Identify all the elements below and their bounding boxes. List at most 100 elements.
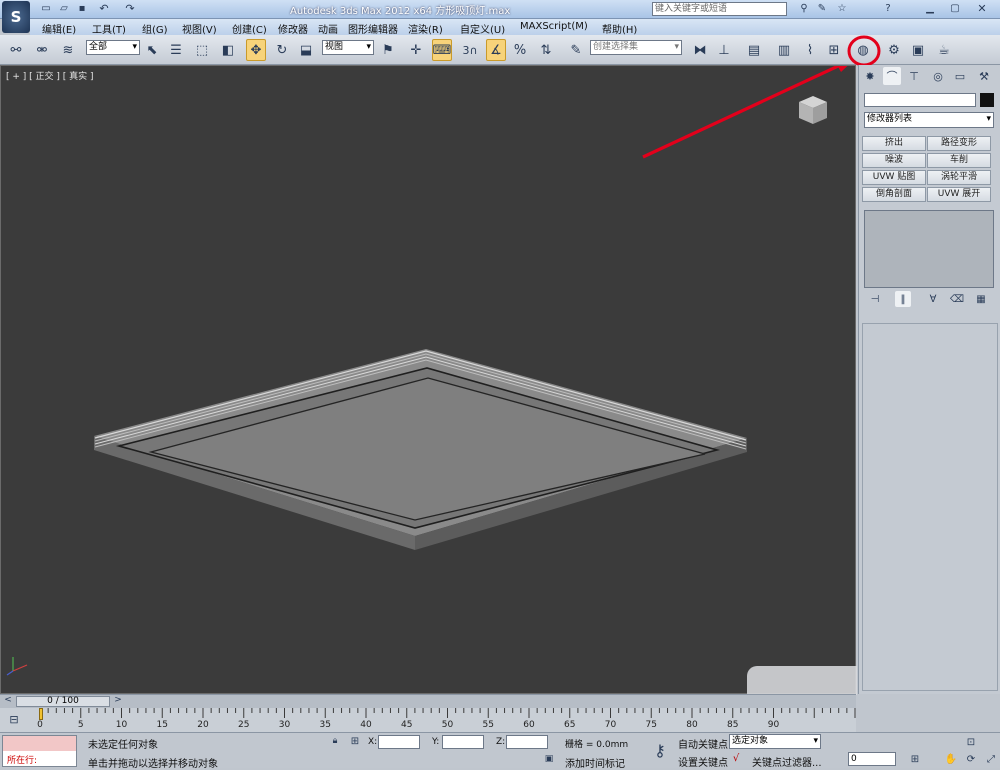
bind-space-warp-icon[interactable]: ≋ [58, 39, 78, 61]
render-teapot-icon[interactable]: ☕ [934, 39, 954, 61]
window-crossing-icon[interactable]: ◧ [218, 39, 238, 61]
configure-sets-icon[interactable]: ▦ [973, 291, 989, 307]
edit-named-selection-icon[interactable]: ✎ [566, 39, 586, 61]
search-input[interactable]: 键入关键字或短语 [652, 2, 787, 16]
keyboard-shortcut-icon[interactable]: ⌨ [432, 39, 452, 61]
set-key-icon[interactable]: ⚷ [646, 737, 674, 763]
x-coordinate-field[interactable] [378, 735, 420, 749]
display-tab-icon[interactable]: ▭ [951, 67, 969, 85]
angle-snap-icon[interactable]: ∡ [486, 39, 506, 61]
modifier-extrude-button[interactable]: 挤出 [862, 136, 926, 151]
rendered-frame-icon[interactable]: ▣ [908, 39, 928, 61]
object-name-field[interactable] [864, 93, 976, 107]
menu-edit[interactable]: 编辑(E) [42, 21, 76, 36]
modifier-turbosmooth-button[interactable]: 涡轮平滑 [927, 170, 991, 185]
pin-stack-icon[interactable]: ⊣ [867, 291, 883, 307]
menu-help[interactable]: 帮助(H) [602, 21, 637, 36]
current-frame-field[interactable]: 0 [848, 752, 896, 766]
close-icon[interactable]: ✕ [972, 0, 992, 17]
hierarchy-tab-icon[interactable]: ⊤ [905, 67, 923, 85]
remove-modifier-icon[interactable]: ⌫ [949, 291, 965, 307]
modifier-uvw-map-button[interactable]: UVW 贴图 [862, 170, 926, 185]
redo-icon[interactable]: ↷ [120, 0, 140, 17]
motion-tab-icon[interactable]: ◎ [929, 67, 947, 85]
menu-group[interactable]: 组(G) [142, 21, 168, 36]
modifier-noise-button[interactable]: 噪波 [862, 153, 926, 168]
percent-snap-icon[interactable]: % [510, 39, 530, 61]
undo-icon[interactable]: ↶ [94, 0, 114, 17]
named-selection-dropdown[interactable]: 创建选择集 [590, 40, 682, 55]
selection-filter-dropdown[interactable]: 全部 [86, 40, 140, 55]
graphite-tools-icon[interactable]: ▥ [774, 39, 794, 61]
next-frame-arrow[interactable]: > [112, 693, 124, 707]
link-icon[interactable]: ⚯ [6, 39, 26, 61]
menu-graph-editors[interactable]: 图形编辑器 [348, 21, 398, 36]
object-color-swatch[interactable] [980, 93, 994, 107]
menu-modifiers[interactable]: 修改器 [278, 21, 308, 36]
rotate-icon[interactable]: ↻ [272, 39, 292, 61]
snap-3d-icon[interactable]: 3∩ [460, 39, 480, 61]
modifier-lathe-button[interactable]: 车削 [927, 153, 991, 168]
minimize-icon[interactable]: ▁ [920, 0, 940, 17]
time-slider-thumb[interactable]: 0 / 100 [16, 696, 110, 707]
schematic-view-icon[interactable]: ⊞ [824, 39, 844, 61]
pan-hand-icon[interactable]: ✋ [944, 752, 958, 766]
pivot-center-icon[interactable]: ⚑ [378, 39, 398, 61]
star-icon[interactable]: ☆ [832, 0, 852, 17]
orbit-icon[interactable]: ⟳ [964, 752, 978, 766]
curve-editor-icon[interactable]: ⌇ [800, 39, 820, 61]
select-object-icon[interactable]: ⬉ [142, 39, 162, 61]
app-logo[interactable]: S [2, 1, 30, 33]
new-file-icon[interactable]: ▭ [36, 0, 56, 17]
menu-tools[interactable]: 工具(T) [92, 21, 126, 36]
track-bar[interactable]: ⊟ 0 5 10 15 20 25 30 35 40 45 50 55 60 65 70 75 80 85 90 [0, 708, 856, 732]
menu-create[interactable]: 创建(C) [232, 21, 267, 36]
render-setup-icon[interactable]: ⚙ [884, 39, 904, 61]
prev-frame-arrow[interactable]: < [2, 693, 14, 707]
modifier-stack-list[interactable] [864, 210, 994, 288]
select-by-name-icon[interactable]: ☰ [166, 39, 186, 61]
modifier-path-deform-button[interactable]: 路径变形 [927, 136, 991, 151]
menu-views[interactable]: 视图(V) [182, 21, 217, 36]
auto-key-button[interactable]: 自动关键点 [678, 736, 728, 751]
save-icon[interactable]: ▪ [72, 0, 92, 17]
wrench-icon[interactable]: ✎ [812, 0, 832, 17]
key-filters-button[interactable]: 关键点过滤器... [752, 754, 822, 769]
set-key-button[interactable]: 设置关键点 [678, 754, 728, 769]
current-frame-marker[interactable] [39, 708, 43, 720]
menu-maxscript[interactable]: MAXScript(M) [520, 21, 588, 32]
perspective-viewport[interactable]: [ + ] [ 正交 ] [ 真实 ] [0, 65, 857, 695]
lock-selection-icon[interactable]: 🔒︎ [328, 734, 342, 748]
absolute-mode-icon[interactable]: ⊞ [348, 734, 362, 748]
maxscript-listener[interactable]: 所在行: [2, 735, 77, 767]
unlink-icon[interactable]: ⚮ [32, 39, 52, 61]
move-icon[interactable]: ✥ [246, 39, 266, 61]
modifier-list-dropdown[interactable]: 修改器列表 [864, 112, 994, 128]
y-coordinate-field[interactable] [442, 735, 484, 749]
open-file-icon[interactable]: ▱ [54, 0, 74, 17]
add-time-tag-icon[interactable]: ▣ [542, 752, 556, 766]
menu-animation[interactable]: 动画 [318, 21, 338, 36]
menu-customize[interactable]: 自定义(U) [460, 21, 505, 36]
scale-icon[interactable]: ⬓ [296, 39, 316, 61]
help-button[interactable]: ? [878, 0, 898, 17]
binoculars-icon[interactable]: ⚲ [794, 0, 814, 17]
spinner-snap-icon[interactable]: ⇅ [536, 39, 556, 61]
rectangle-selection-icon[interactable]: ⬚ [192, 39, 212, 61]
selected-objects-dropdown[interactable]: 选定对象 [729, 734, 821, 749]
layer-manager-icon[interactable]: ▤ [744, 39, 764, 61]
z-coordinate-field[interactable] [506, 735, 548, 749]
menu-rendering[interactable]: 渲染(R) [408, 21, 443, 36]
show-end-result-icon[interactable]: ‖ [895, 291, 911, 307]
ref-coord-dropdown[interactable]: 视图 [322, 40, 374, 55]
zoom-extents-icon[interactable]: ⊡ [964, 735, 978, 749]
manipulate-icon[interactable]: ✛ [406, 39, 426, 61]
time-slider[interactable]: < 0 / 100 > [0, 694, 856, 708]
mirror-icon[interactable]: ⧓ [690, 39, 710, 61]
utilities-tab-icon[interactable]: ⚒ [975, 67, 993, 85]
modifier-bevel-profile-button[interactable]: 倒角剖面 [862, 187, 926, 202]
time-config-icon[interactable]: ⊞ [908, 752, 922, 766]
modifier-uvw-unwrap-button[interactable]: UVW 展开 [927, 187, 991, 202]
key-mode-icon[interactable]: √ [729, 750, 743, 766]
align-icon[interactable]: ⊥ [714, 39, 734, 61]
